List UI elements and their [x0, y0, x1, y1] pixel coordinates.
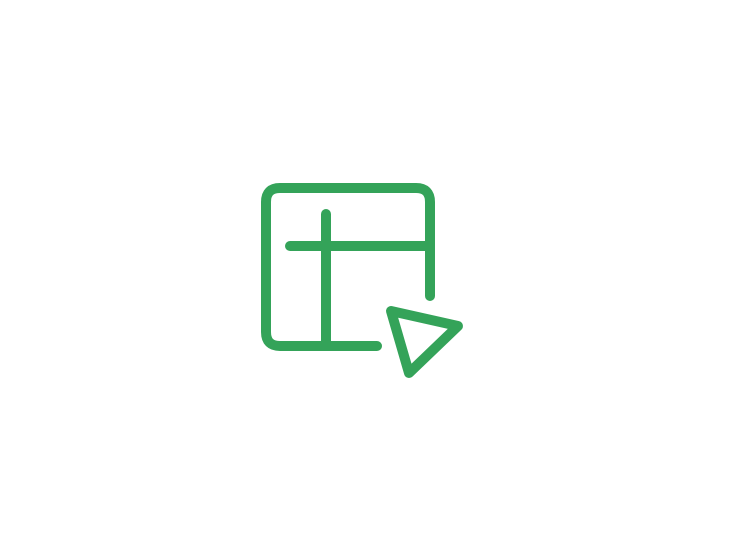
cursor-arrow-icon	[386, 306, 463, 378]
table-frame	[261, 183, 435, 351]
icon-container	[0, 0, 731, 560]
table-with-cursor-icon	[261, 183, 463, 378]
icon-canvas	[0, 0, 731, 560]
